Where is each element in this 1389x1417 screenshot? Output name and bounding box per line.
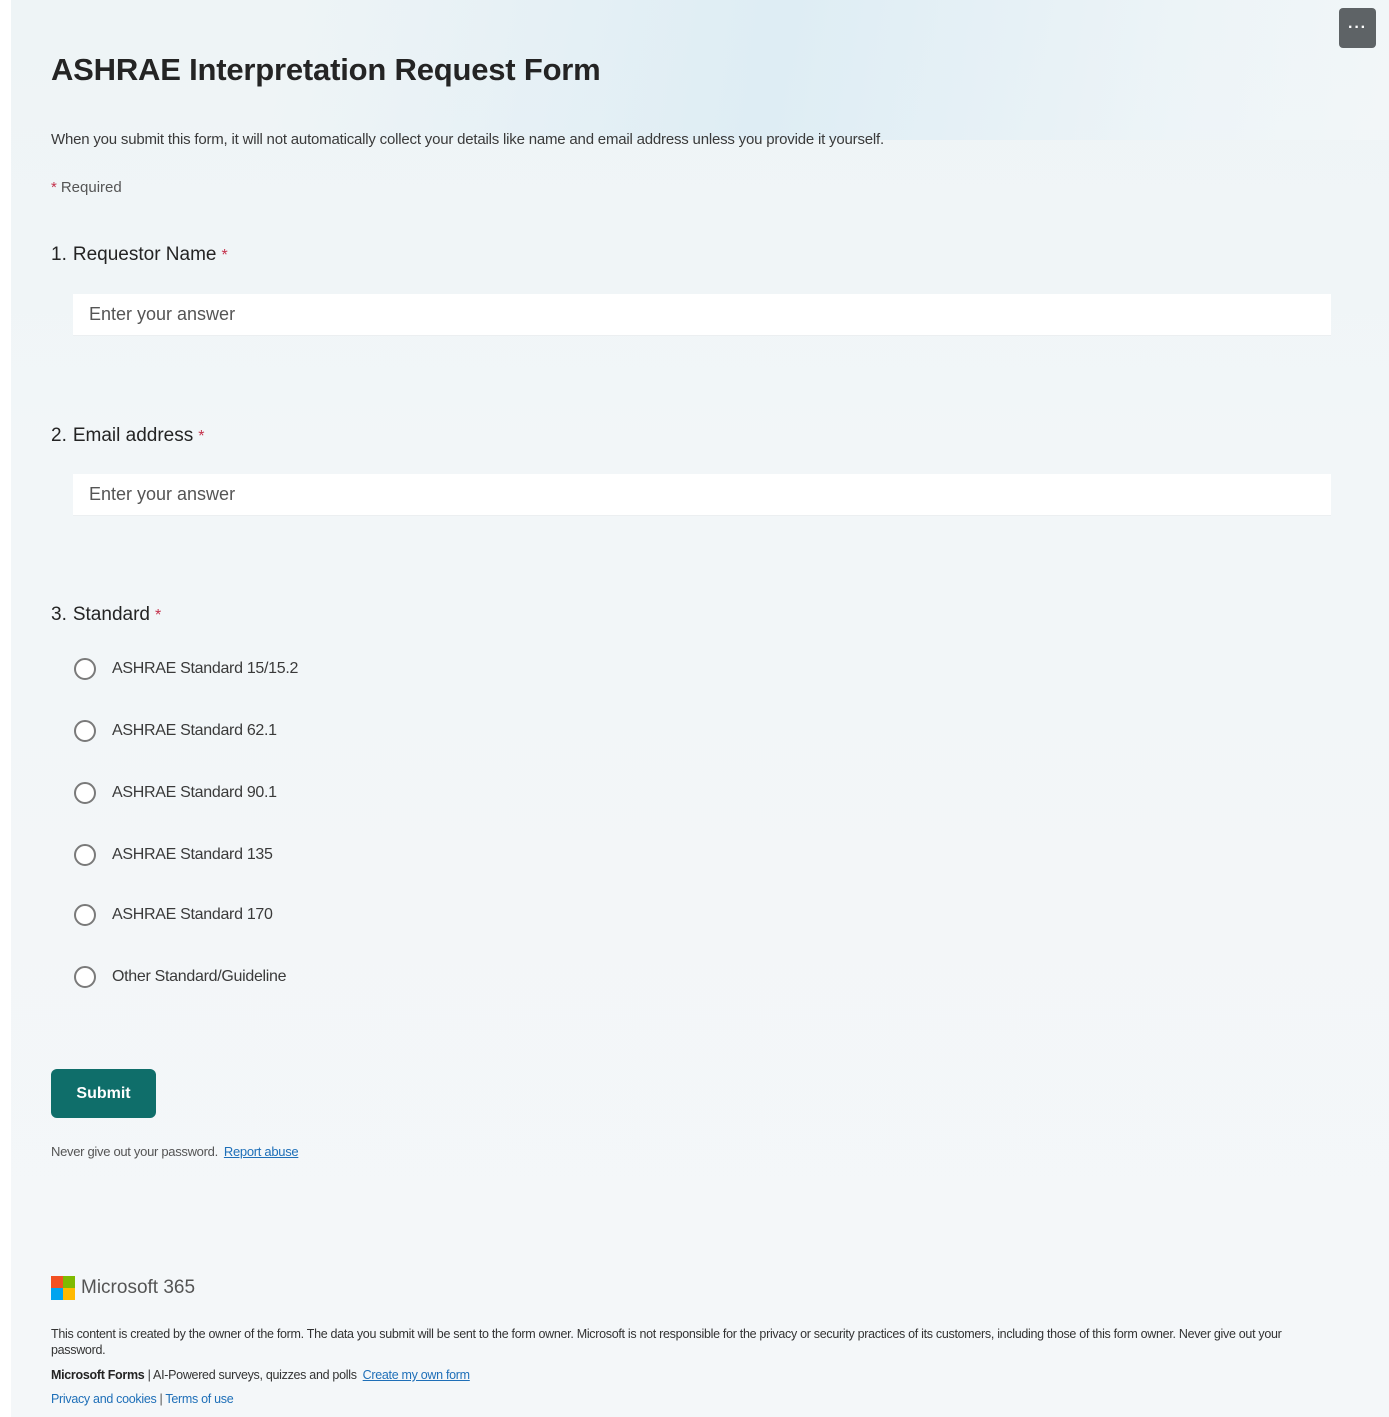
create-form-link[interactable]: Create my own form: [363, 1368, 470, 1382]
required-star: *: [221, 247, 228, 264]
radio-option-standard-170[interactable]: ASHRAE Standard 170: [74, 900, 273, 930]
radio-button[interactable]: [74, 658, 96, 680]
report-abuse-link[interactable]: Report abuse: [224, 1144, 299, 1159]
more-options-button[interactable]: ···: [1339, 8, 1376, 48]
brand-name: Microsoft 365: [81, 1277, 196, 1298]
footer-links: Privacy and cookies | Terms of use: [51, 1392, 234, 1406]
radio-option-other[interactable]: Other Standard/Guideline: [74, 962, 287, 992]
footer-product-line: Microsoft Forms | AI-Powered surveys, qu…: [51, 1368, 470, 1382]
form-title: ASHRAE Interpretation Request Form: [51, 52, 601, 87]
ellipsis-icon: ···: [1348, 19, 1367, 36]
radio-option-standard-15[interactable]: ASHRAE Standard 15/15.2: [74, 654, 298, 684]
question-1-title: 1. Requestor Name *: [51, 244, 228, 266]
link-separator: |: [159, 1392, 163, 1406]
product-tagline: | AI-Powered surveys, quizzes and polls: [147, 1368, 357, 1382]
radio-option-standard-62-1[interactable]: ASHRAE Standard 62.1: [74, 716, 277, 746]
terms-link[interactable]: Terms of use: [165, 1392, 233, 1406]
required-star: *: [198, 428, 205, 445]
radio-label: Other Standard/Guideline: [112, 968, 287, 985]
question-number: 1.: [51, 244, 67, 265]
microsoft-logo-icon: [51, 1276, 75, 1300]
left-edge-strip: [0, 0, 11, 1417]
required-star: *: [154, 607, 162, 624]
radio-label: ASHRAE Standard 15/15.2: [112, 660, 299, 677]
radio-button[interactable]: [74, 966, 96, 988]
question-2-title: 2. Email address *: [51, 425, 204, 447]
radio-label: ASHRAE Standard 135: [112, 846, 273, 863]
question-number: 2.: [51, 425, 67, 446]
radio-button[interactable]: [74, 844, 96, 866]
question-3-title: 3. Standard *: [51, 604, 161, 626]
microsoft-365-logo: Microsoft 365: [51, 1276, 195, 1300]
radio-label: ASHRAE Standard 90.1: [112, 784, 277, 801]
question-text: Requestor Name: [72, 244, 217, 265]
question-text: Standard: [72, 604, 150, 625]
submit-button[interactable]: Submit: [51, 1069, 156, 1118]
requestor-name-input[interactable]: [73, 294, 1331, 336]
radio-option-standard-135[interactable]: ASHRAE Standard 135: [74, 840, 273, 870]
required-star: *: [51, 179, 57, 196]
question-number: 3.: [51, 604, 67, 625]
email-address-input[interactable]: [73, 474, 1331, 516]
radio-button[interactable]: [74, 904, 96, 926]
required-label: Required: [60, 179, 122, 196]
required-note: * Required: [51, 179, 122, 196]
privacy-link[interactable]: Privacy and cookies: [51, 1392, 157, 1406]
footer-disclaimer: This content is created by the owner of …: [51, 1327, 1282, 1357]
security-note: Never give out your password. Report abus…: [51, 1144, 299, 1159]
security-note-text: Never give out your password.: [51, 1144, 218, 1159]
radio-option-standard-90-1[interactable]: ASHRAE Standard 90.1: [74, 778, 277, 808]
product-name: Microsoft Forms: [51, 1368, 145, 1382]
radio-button[interactable]: [74, 782, 96, 804]
radio-button[interactable]: [74, 720, 96, 742]
form-description: When you submit this form, it will not a…: [51, 131, 884, 148]
radio-label: ASHRAE Standard 62.1: [112, 722, 277, 739]
radio-label: ASHRAE Standard 170: [112, 906, 273, 923]
question-text: Email address: [72, 425, 194, 446]
